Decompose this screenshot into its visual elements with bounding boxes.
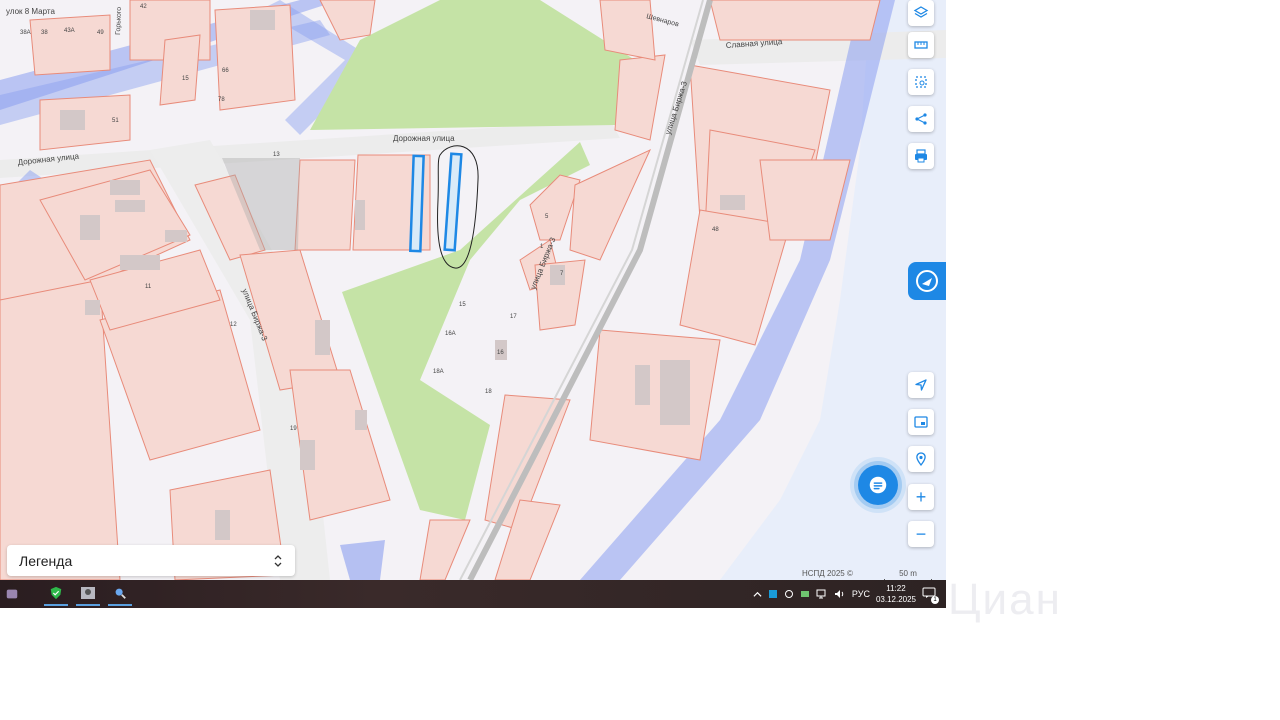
house-number: 16А	[445, 331, 456, 337]
photo-app-icon	[81, 587, 95, 599]
house-number: 38А	[20, 30, 31, 36]
taskbar-app[interactable]	[44, 582, 68, 606]
layers-button[interactable]	[908, 0, 934, 26]
language-indicator[interactable]: РУС	[852, 589, 870, 599]
zoom-in-button[interactable]: +	[908, 484, 934, 510]
chevron-up-icon[interactable]	[753, 590, 762, 599]
street-label: улок 8 Марта	[6, 7, 55, 16]
map-canvas[interactable]: Дорожная улица Дорожная улица Славная ул…	[0, 0, 946, 580]
clock[interactable]: 11:22 03.12.2025	[876, 583, 916, 605]
share-button[interactable]	[908, 106, 934, 132]
pin-search-icon	[916, 452, 926, 467]
layers-icon	[913, 6, 929, 18]
tray-app-icon[interactable]	[800, 589, 810, 599]
ruler-button[interactable]	[908, 32, 934, 58]
tray-app-icon[interactable]	[768, 589, 778, 599]
house-number: 66	[222, 68, 229, 74]
house-number: 12	[230, 322, 237, 328]
scale-label: 50 m	[899, 569, 917, 578]
house-number: 15	[459, 302, 466, 308]
zoom-out-button[interactable]: −	[908, 521, 934, 547]
house-number: 42	[140, 4, 147, 10]
house-number: 17	[510, 314, 517, 320]
street-label: Горького	[115, 7, 123, 35]
network-icon[interactable]	[816, 589, 828, 599]
notification-count: 1	[931, 596, 939, 604]
watermark: Циан	[948, 575, 1062, 624]
house-number: 11	[145, 284, 152, 290]
house-number: 16	[497, 350, 504, 356]
app-icon	[6, 589, 18, 599]
ruler-icon	[914, 41, 928, 49]
print-button[interactable]	[908, 143, 934, 169]
chevron-up-down-icon	[274, 554, 282, 567]
minimap-button[interactable]	[908, 409, 934, 435]
house-number: 18	[485, 389, 492, 395]
tray-app-icon[interactable]	[784, 589, 794, 599]
minimap-icon	[914, 416, 928, 428]
legend-dropdown[interactable]: Легенда	[7, 545, 295, 576]
system-tray: РУС 11:22 03.12.2025 1	[753, 580, 939, 608]
house-number: 15	[182, 76, 189, 82]
search-app-icon	[115, 588, 126, 599]
house-number: 43А	[64, 28, 75, 34]
legend-label: Легенда	[19, 552, 73, 569]
shield-icon	[50, 586, 62, 600]
house-number: 49	[97, 30, 104, 36]
side-panel-toggle[interactable]	[908, 262, 946, 300]
share-icon	[915, 113, 927, 125]
print-icon	[915, 149, 927, 163]
house-number: 51	[112, 118, 119, 124]
house-number: 19	[290, 426, 297, 432]
house-number: 13	[273, 152, 280, 158]
map-viewport[interactable]: Дорожная улица Дорожная улица Славная ул…	[0, 0, 946, 608]
area-select-icon	[915, 76, 927, 88]
volume-icon[interactable]	[834, 589, 846, 599]
map-app-icon	[916, 270, 938, 292]
taskbar-app[interactable]	[76, 582, 100, 606]
clock-date: 03.12.2025	[875, 595, 916, 604]
house-number: 78	[218, 97, 225, 103]
house-number: 18А	[433, 369, 444, 375]
clock-time: 11:22	[886, 584, 906, 593]
navigation-arrow-icon	[915, 379, 927, 391]
attribution: НСПД 2025 ©	[802, 569, 853, 578]
chat-button[interactable]	[858, 465, 898, 505]
taskbar-app[interactable]	[0, 582, 24, 606]
os-taskbar: РУС 11:22 03.12.2025 1	[0, 580, 946, 608]
notifications-button[interactable]: 1	[922, 587, 939, 604]
street-label: Дорожная улица	[393, 134, 455, 143]
area-select-button[interactable]	[908, 69, 934, 95]
house-number: 48	[712, 227, 719, 233]
pin-search-button[interactable]	[908, 446, 934, 472]
locate-button[interactable]	[908, 372, 934, 398]
chat-icon	[869, 476, 887, 494]
house-number: 38	[41, 30, 48, 36]
taskbar-app[interactable]	[108, 582, 132, 606]
minus-icon: −	[915, 523, 927, 544]
plus-icon: +	[915, 486, 927, 507]
